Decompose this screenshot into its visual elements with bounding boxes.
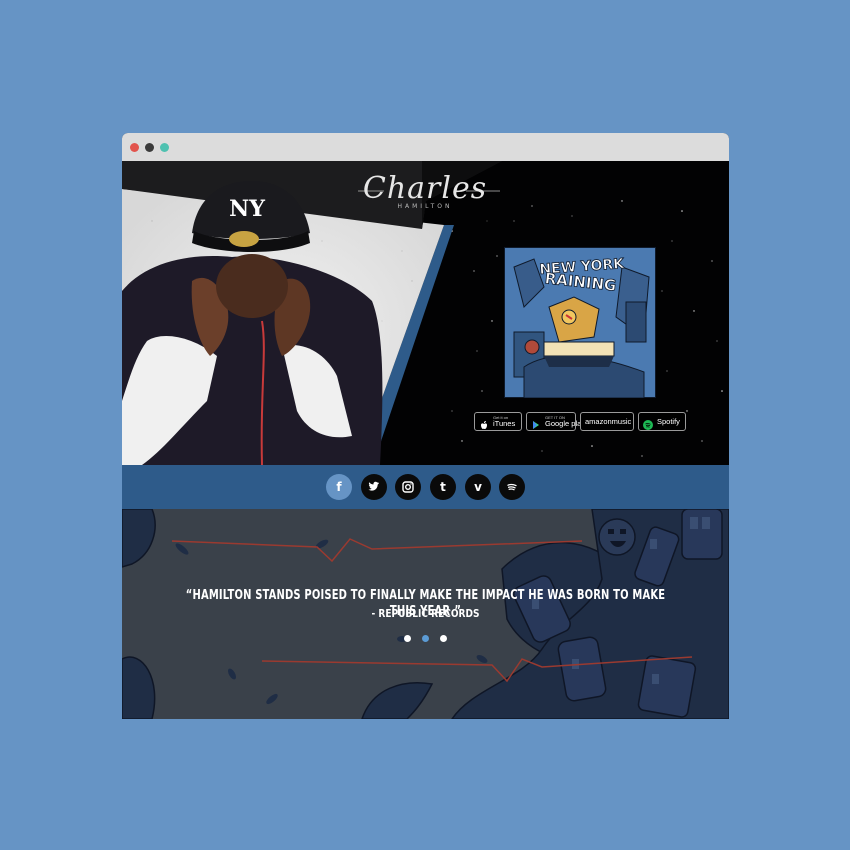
svg-text:NY: NY <box>229 196 265 222</box>
album-cover[interactable]: NEW YORK RAINING <box>504 247 656 398</box>
instagram-icon <box>402 481 414 493</box>
social-links-bar: f t v <box>122 465 729 509</box>
browser-titlebar <box>122 133 729 161</box>
close-window-dot[interactable] <box>130 143 139 152</box>
carousel-dot-1[interactable] <box>404 635 411 642</box>
google-play-icon <box>531 417 541 429</box>
tumblr-button[interactable]: t <box>430 474 456 500</box>
vimeo-button[interactable]: v <box>465 474 491 500</box>
instagram-button[interactable] <box>395 474 421 500</box>
google-play-store-button[interactable]: GET IT ON Google play <box>526 412 585 431</box>
itunes-store-button[interactable]: Get it on iTunes <box>474 412 522 431</box>
maximize-window-dot[interactable] <box>160 143 169 152</box>
testimonial-source: - REPUBLIC RECORDS <box>371 607 480 620</box>
facebook-icon: f <box>336 480 342 494</box>
spotify-store-button[interactable]: Spotify <box>638 412 686 431</box>
tumblr-icon: t <box>440 480 446 494</box>
testimonial-section: “HAMILTON STANDS POISED TO FINALLY MAKE … <box>122 509 729 719</box>
twitter-icon <box>368 481 379 491</box>
apple-icon <box>479 417 489 429</box>
carousel-dot-2[interactable] <box>422 635 429 642</box>
facebook-button[interactable]: f <box>326 474 352 500</box>
artist-logo-script: Charles <box>362 171 488 206</box>
artist-logo[interactable]: Charles HAMILTON <box>350 171 500 221</box>
minimize-window-dot[interactable] <box>145 143 154 152</box>
vimeo-icon: v <box>474 480 482 494</box>
spotify-social-icon <box>507 483 517 491</box>
spotify-label: Spotify <box>657 416 680 426</box>
twitter-button[interactable] <box>361 474 387 500</box>
amazon-music-label: amazonmusic <box>585 416 632 426</box>
browser-window: NY Charles HAMILTON NEW YORK RAINING Get… <box>122 133 729 719</box>
carousel-dot-3[interactable] <box>440 635 447 642</box>
spotify-social-button[interactable] <box>499 474 525 500</box>
itunes-label: iTunes <box>493 419 516 428</box>
spotify-icon <box>643 417 653 430</box>
hero-section: NY Charles HAMILTON NEW YORK RAINING Get… <box>122 161 729 465</box>
amazon-music-store-button[interactable]: amazonmusic <box>580 412 634 431</box>
